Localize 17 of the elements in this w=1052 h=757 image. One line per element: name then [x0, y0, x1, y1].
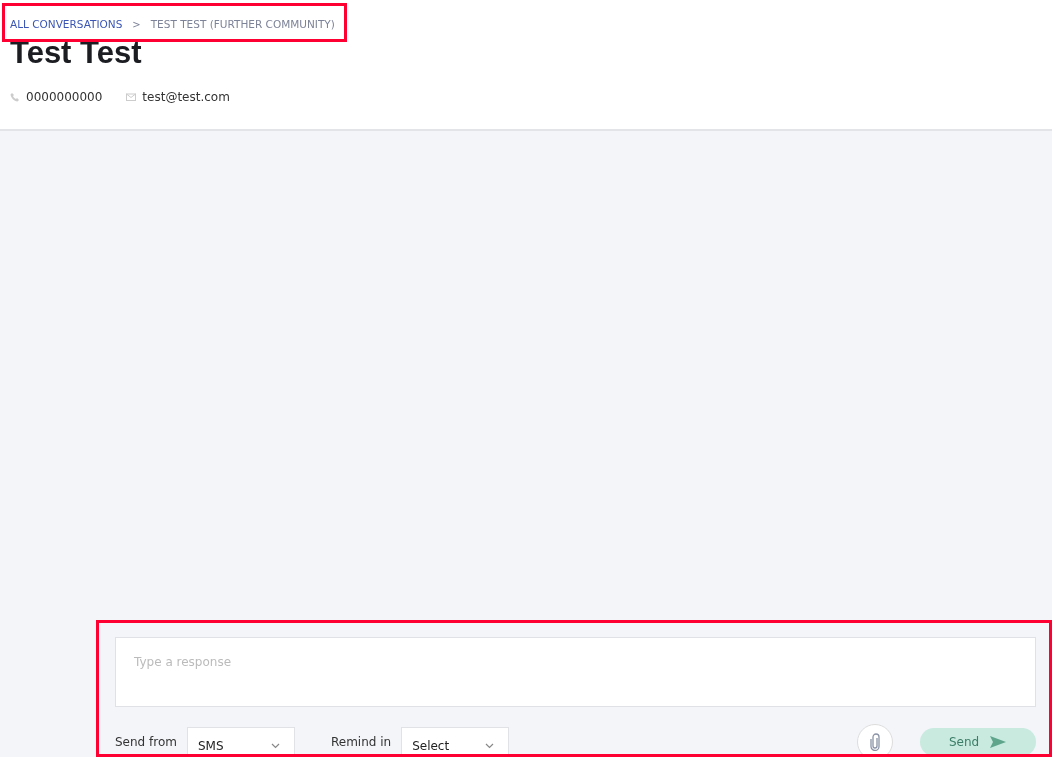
mail-icon	[126, 92, 137, 102]
contact-name: Test Test	[10, 34, 143, 72]
send-from-dropdown[interactable]: SMS	[186, 727, 295, 757]
phone-icon	[10, 92, 20, 102]
phone-number: 0000000000	[26, 90, 103, 104]
email-address: test@test.com	[142, 90, 230, 104]
paperclip-icon	[870, 733, 880, 751]
response-field[interactable]: Type a response	[115, 637, 1036, 707]
remind-in-dropdown[interactable]: Select	[401, 727, 510, 757]
send-from-label: Send from	[115, 735, 177, 749]
breadcrumb-separator: >	[132, 18, 141, 30]
remind-in-label: Remind in	[330, 735, 392, 749]
breadcrumb-link[interactable]: ALL CONVERSATIONS	[10, 18, 123, 30]
chevron-icon	[485, 742, 495, 749]
chevron-icon	[270, 742, 280, 749]
breadcrumb-current: TEST TEST (FURTHER COMMUNITY)	[150, 18, 335, 30]
send-icon	[989, 735, 1008, 749]
